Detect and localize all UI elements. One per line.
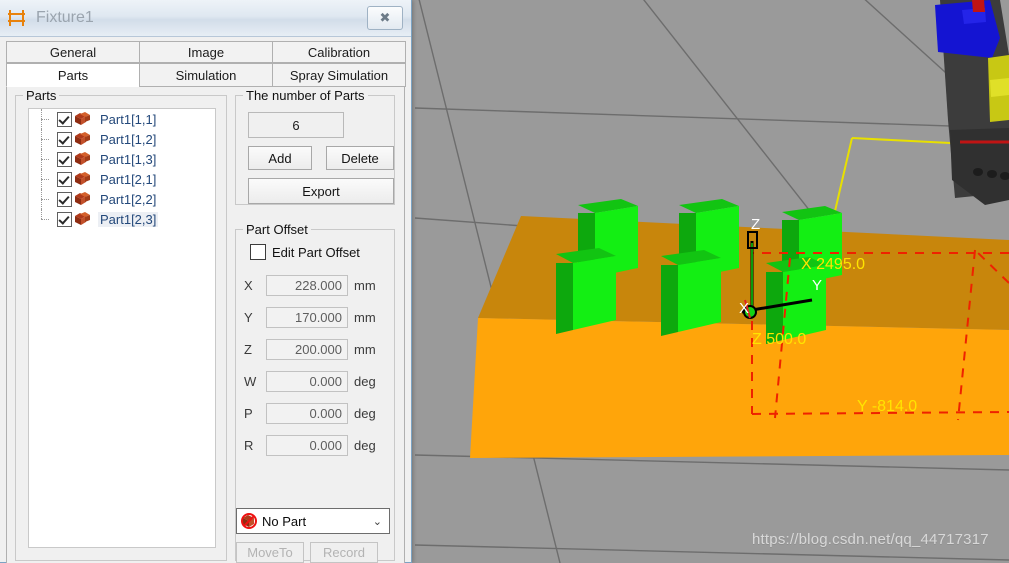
edit-part-offset-checkbox[interactable] (250, 244, 266, 260)
offset-unit-r: deg (354, 437, 376, 453)
offset-unit-x: mm (354, 277, 376, 293)
offset-field-y: Y 170.000 mm (240, 306, 392, 328)
parts-group: Parts Part1[1,1] Part1[1,2] Part1[1,3] P… (15, 88, 227, 561)
list-item[interactable]: Part1[2,2] (29, 189, 215, 209)
tree-connector (41, 149, 55, 169)
part-select-dropdown[interactable]: No Part ⌄ (236, 508, 390, 534)
part-cube-icon (74, 211, 91, 227)
tab-spray-simulation[interactable]: Spray Simulation (272, 63, 406, 87)
fixture-dialog: Fixture1 ✖ General Image Calibration Par… (0, 0, 412, 563)
dialog-titlebar: Fixture1 ✖ (0, 0, 411, 37)
tree-connector (41, 109, 55, 129)
dimension-y: Y -814.0 (857, 398, 918, 415)
list-item[interactable]: Part1[1,3] (29, 149, 215, 169)
axis-label-z: Z (751, 216, 761, 233)
tab-row-secondary: Parts Simulation Spray Simulation (6, 63, 406, 87)
app-root: Z Y X X 2495.0 Z 500.0 Y -814.0 https://… (0, 0, 1009, 563)
tree-connector (41, 209, 55, 229)
offset-field-p: P 0.000 deg (240, 402, 392, 424)
part-cube-icon (74, 151, 91, 167)
part-label: Part1[1,2] (100, 131, 157, 147)
offset-field-x: X 228.000 mm (240, 274, 392, 296)
part-checkbox[interactable] (57, 191, 72, 207)
tree-connector (41, 189, 55, 209)
part-label: Part1[1,3] (100, 151, 157, 167)
dialog-title: Fixture1 (36, 9, 94, 26)
list-item[interactable]: Part1[2,1] (29, 169, 215, 189)
offset-input-y[interactable]: 170.000 (266, 306, 348, 328)
tab-bar: General Image Calibration Parts Simulati… (0, 37, 411, 87)
record-button[interactable]: Record (310, 542, 378, 563)
part-label: Part1[1,1] (100, 111, 157, 127)
parts-tree[interactable]: Part1[1,1] Part1[1,2] Part1[1,3] Part1[2… (28, 108, 216, 548)
dimension-x: X 2495.0 (801, 256, 866, 273)
part-cube-icon (74, 171, 91, 187)
part-cube-icon (74, 191, 91, 207)
moveto-button[interactable]: MoveTo (236, 542, 304, 563)
number-of-parts-legend: The number of Parts (243, 88, 368, 103)
add-button[interactable]: Add (248, 146, 312, 170)
offset-input-p[interactable]: 0.000 (266, 402, 348, 424)
offset-label-p: P (244, 405, 253, 421)
axis-label-y: Y (812, 277, 823, 294)
part-label: Part1[2,2] (100, 191, 157, 207)
offset-unit-y: mm (354, 309, 376, 325)
part-select-value: No Part (262, 513, 307, 529)
tree-connector (41, 169, 55, 189)
tab-simulation[interactable]: Simulation (139, 63, 273, 87)
close-icon[interactable]: ✖ (367, 6, 403, 30)
part-checkbox[interactable] (57, 151, 72, 167)
chevron-down-icon: ⌄ (372, 514, 382, 528)
tab-calibration[interactable]: Calibration (272, 41, 406, 63)
offset-field-z: Z 200.000 mm (240, 338, 392, 360)
part-label: Part1[2,1] (100, 171, 157, 187)
export-button[interactable]: Export (248, 178, 394, 204)
edit-part-offset-label: Edit Part Offset (272, 244, 360, 260)
tree-connector (41, 129, 55, 149)
part-checkbox[interactable] (57, 111, 72, 127)
tab-parts[interactable]: Parts (6, 63, 140, 87)
part-offset-legend: Part Offset (243, 222, 311, 237)
no-part-icon (241, 513, 259, 529)
part-label: Part1[2,3] (98, 211, 159, 227)
delete-button[interactable]: Delete (326, 146, 394, 170)
part-checkbox[interactable] (57, 211, 72, 227)
offset-input-r[interactable]: 0.000 (266, 434, 348, 456)
offset-label-r: R (244, 437, 254, 453)
parts-count-field[interactable]: 6 (248, 112, 344, 138)
orange-table (470, 216, 1009, 458)
part-cube-icon (74, 111, 91, 127)
list-item[interactable]: Part1[1,1] (29, 109, 215, 129)
part-checkbox[interactable] (57, 171, 72, 187)
offset-input-x[interactable]: 228.000 (266, 274, 348, 296)
offset-unit-p: deg (354, 405, 376, 421)
axis-label-x: X (739, 300, 750, 317)
offset-field-r: R 0.000 deg (240, 434, 392, 456)
offset-label-x: X (244, 277, 253, 293)
list-item[interactable]: Part1[1,2] (29, 129, 215, 149)
offset-unit-w: deg (354, 373, 376, 389)
tab-image[interactable]: Image (139, 41, 273, 63)
list-item[interactable]: Part1[2,3] (29, 209, 215, 229)
part-checkbox[interactable] (57, 131, 72, 147)
offset-label-w: W (244, 373, 257, 389)
number-of-parts-group: The number of Parts 6 Add Delete Export (235, 88, 395, 205)
offset-input-z[interactable]: 200.000 (266, 338, 348, 360)
offset-label-y: Y (244, 309, 253, 325)
watermark: https://blog.csdn.net/qq_44717317 (752, 531, 989, 548)
fixture-icon (8, 9, 28, 27)
offset-label-z: Z (244, 341, 252, 357)
offset-unit-z: mm (354, 341, 376, 357)
offset-input-w[interactable]: 0.000 (266, 370, 348, 392)
offset-field-w: W 0.000 deg (240, 370, 392, 392)
parts-group-legend: Parts (23, 88, 60, 103)
tab-row-primary: General Image Calibration (6, 41, 406, 63)
edit-part-offset-row[interactable]: Edit Part Offset (244, 244, 360, 260)
tab-general[interactable]: General (6, 41, 140, 63)
part-cube-icon (74, 131, 91, 147)
dimension-z: Z 500.0 (752, 331, 807, 348)
parts-tab-panel: Parts Part1[1,1] Part1[1,2] Part1[1,3] P… (6, 87, 405, 563)
